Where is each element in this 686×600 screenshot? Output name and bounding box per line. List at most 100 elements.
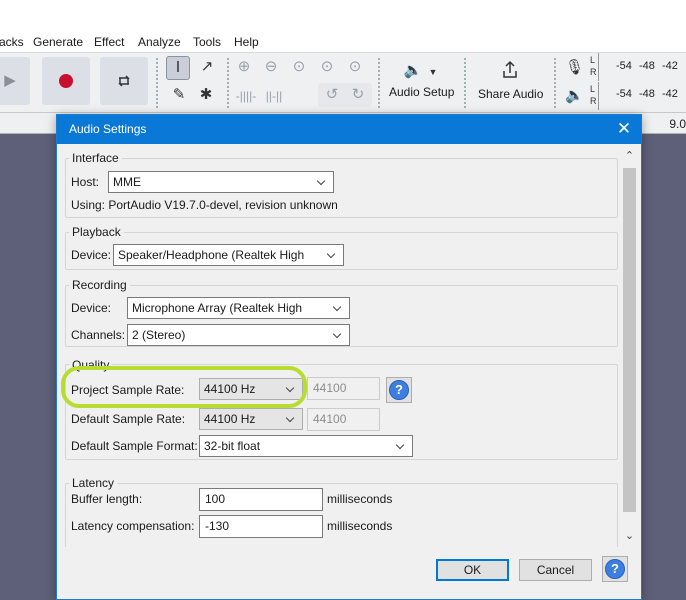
- channels-value: 2 (Stereo): [132, 328, 186, 342]
- channels-select[interactable]: 2 (Stereo): [127, 324, 350, 346]
- buffer-length-label: Buffer length:: [71, 492, 143, 506]
- meter-tick: -54: [616, 60, 632, 72]
- meter-tick: -42: [662, 88, 678, 100]
- menu-tracks[interactable]: acks: [0, 35, 24, 49]
- menu-generate[interactable]: Generate: [33, 35, 83, 49]
- ok-button[interactable]: OK: [436, 559, 509, 581]
- chevron-down-icon: [285, 409, 297, 429]
- trim-audio-icon[interactable]: -||||-: [235, 88, 257, 104]
- project-sample-rate-custom-value: 44100: [313, 381, 347, 395]
- close-icon[interactable]: ✕: [615, 119, 633, 139]
- meter-channel-l: L: [590, 55, 596, 65]
- select-tool-icon: I: [175, 59, 181, 76]
- redo-icon[interactable]: ↻: [349, 87, 367, 103]
- dialog-titlebar[interactable]: Audio Settings ✕: [57, 115, 641, 144]
- zoom-out-icon[interactable]: ⊖: [262, 59, 280, 75]
- help-icon: ?: [605, 559, 625, 579]
- speaker-icon: 🔈: [565, 87, 584, 104]
- scrollbar-thumb[interactable]: [623, 168, 636, 512]
- dialog-title: Audio Settings: [69, 122, 147, 136]
- loop-button[interactable]: [100, 57, 148, 105]
- selection-tool-button[interactable]: I: [166, 56, 190, 80]
- latency-group-title: Latency: [69, 476, 118, 490]
- scroll-down-icon[interactable]: ⌄: [621, 528, 638, 545]
- quality-help-button[interactable]: ?: [386, 377, 412, 403]
- playback-device-select[interactable]: Speaker/Headphone (Realtek High: [113, 244, 344, 266]
- recording-device-select[interactable]: Microphone Array (Realtek High: [127, 297, 350, 319]
- draw-tool-icon[interactable]: ✎: [170, 87, 188, 103]
- audio-settings-dialog: Audio Settings ✕ Interface Host: MME Usi…: [56, 114, 642, 600]
- menu-help[interactable]: Help: [234, 35, 259, 49]
- fit-selection-icon[interactable]: ⊙: [290, 59, 308, 75]
- envelope-tool-icon[interactable]: ↗: [196, 59, 218, 75]
- latency-compensation-unit: milliseconds: [327, 519, 393, 533]
- chevron-down-icon: [326, 245, 338, 265]
- host-select[interactable]: MME: [108, 171, 334, 193]
- chevron-down-icon: [395, 436, 407, 456]
- menu-effect[interactable]: Effect: [94, 35, 124, 49]
- default-sample-rate-custom: 44100: [307, 408, 380, 431]
- meter-tick: -48: [639, 88, 655, 100]
- buffer-length-value: 100: [205, 492, 226, 506]
- buffer-length-unit: milliseconds: [327, 492, 393, 506]
- channels-label: Channels:: [71, 328, 126, 342]
- fit-project-icon[interactable]: ⊙: [318, 59, 336, 75]
- default-sample-rate-label: Default Sample Rate:: [71, 412, 186, 426]
- default-sample-format-label: Default Sample Format:: [71, 439, 198, 453]
- record-meter[interactable]: -54 -48 -42: [598, 53, 686, 81]
- host-label: Host:: [71, 175, 100, 189]
- scroll-up-icon[interactable]: ⌃: [621, 148, 638, 165]
- toolbar-grip[interactable]: [463, 57, 467, 109]
- settings-scroll-area[interactable]: Interface Host: MME Using: PortAudio V19…: [59, 146, 621, 547]
- default-sample-rate-select[interactable]: 44100 Hz: [199, 408, 303, 430]
- vertical-scrollbar[interactable]: ⌃ ⌄: [621, 148, 638, 545]
- meter-channel-l: L: [590, 84, 596, 94]
- default-sample-rate-value: 44100 Hz: [204, 412, 256, 426]
- chevron-down-icon: ▼: [428, 67, 438, 77]
- speaker-icon: 🔈: [403, 62, 423, 79]
- play-icon: ▶: [4, 72, 16, 89]
- default-sample-rate-custom-value: 44100: [313, 412, 347, 426]
- cancel-button[interactable]: Cancel: [519, 559, 592, 581]
- interface-group-title: Interface: [69, 151, 122, 165]
- silence-audio-icon[interactable]: ||-||: [263, 88, 285, 104]
- portaudio-version-text: Using: PortAudio V19.7.0-devel, revision…: [71, 198, 338, 212]
- ruler-tick-label: 9.0: [669, 117, 686, 131]
- record-meter-button[interactable]: 🎙: [561, 56, 585, 80]
- latency-compensation-label: Latency compensation:: [71, 519, 195, 533]
- menu-tools[interactable]: Tools: [193, 35, 221, 49]
- latency-compensation-input[interactable]: -130: [199, 515, 323, 538]
- record-button[interactable]: [42, 57, 90, 105]
- toolbar: ▶ I ↗ ✎ ✱ ⊕ ⊖ ⊙ ⊙ ⊙ -||||- ||-|| ↺ ↻ 🔈 ▼…: [0, 52, 686, 112]
- chevron-down-icon: [332, 325, 344, 345]
- share-audio-label: Share Audio: [478, 87, 544, 101]
- toolbar-grip[interactable]: [553, 57, 557, 109]
- audio-setup-button[interactable]: 🔈 ▼ Audio Setup: [386, 55, 458, 107]
- playback-meter[interactable]: -54 -48 -42: [598, 82, 686, 110]
- dialog-help-button[interactable]: ?: [602, 556, 628, 582]
- latency-compensation-value: -130: [205, 519, 230, 533]
- zoom-toggle-icon[interactable]: ⊙: [346, 59, 364, 75]
- share-audio-button[interactable]: Share Audio: [472, 55, 548, 107]
- toolbar-grip[interactable]: [377, 57, 381, 109]
- meter-tick: -48: [639, 60, 655, 72]
- play-button[interactable]: ▶: [0, 57, 30, 105]
- loop-icon: [118, 75, 130, 87]
- multi-tool-icon[interactable]: ✱: [197, 87, 215, 103]
- playback-meter-button[interactable]: 🔈: [561, 84, 585, 108]
- zoom-in-icon[interactable]: ⊕: [235, 59, 253, 75]
- meter-channel-r: R: [590, 67, 597, 77]
- default-sample-format-select[interactable]: 32-bit float: [199, 435, 413, 457]
- recording-device-value: Microphone Array (Realtek High: [132, 301, 303, 315]
- playback-device-value: Speaker/Headphone (Realtek High: [118, 248, 305, 262]
- toolbar-grip[interactable]: [155, 57, 159, 109]
- project-sample-rate-custom: 44100: [307, 377, 380, 400]
- meter-tick: -54: [616, 88, 632, 100]
- share-icon: [503, 60, 517, 78]
- menu-analyze[interactable]: Analyze: [138, 35, 181, 49]
- undo-icon[interactable]: ↺: [323, 87, 341, 103]
- recording-device-label: Device:: [71, 301, 112, 315]
- buffer-length-input[interactable]: 100: [199, 488, 323, 511]
- playback-group-title: Playback: [69, 225, 124, 239]
- toolbar-grip[interactable]: [226, 57, 230, 109]
